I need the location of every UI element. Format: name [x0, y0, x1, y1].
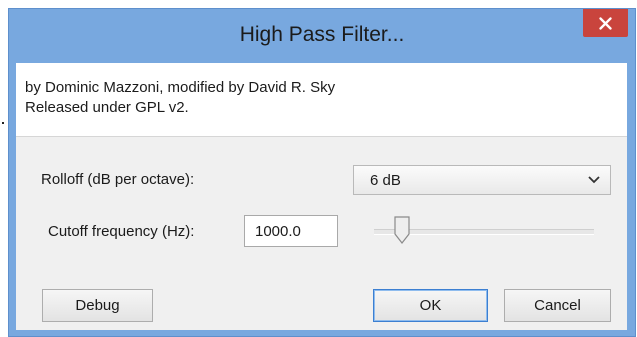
title-bar[interactable]: High Pass Filter... [9, 9, 635, 63]
dialog-content: by Dominic Mazzoni, modified by David R.… [16, 63, 627, 330]
stray-mark [2, 122, 4, 124]
info-panel: by Dominic Mazzoni, modified by David R.… [16, 63, 627, 137]
window-title: High Pass Filter... [239, 23, 405, 46]
close-icon [599, 17, 612, 30]
slider-thumb[interactable] [394, 216, 410, 245]
close-button[interactable] [583, 9, 628, 37]
author-text: by Dominic Mazzoni, modified by David R.… [25, 79, 336, 96]
cutoff-input-value: 1000.0 [255, 223, 301, 240]
license-text: Released under GPL v2. [25, 99, 189, 116]
chevron-down-icon [588, 176, 600, 184]
rolloff-selected-value: 6 dB [370, 172, 401, 189]
cancel-button[interactable]: Cancel [504, 289, 611, 322]
cutoff-label: Cutoff frequency (Hz): [48, 223, 195, 240]
cutoff-slider[interactable] [374, 215, 594, 247]
rolloff-label: Rolloff (dB per octave): [41, 171, 195, 188]
dialog-window: High Pass Filter... by Dominic Mazzoni, … [8, 8, 636, 337]
screen: High Pass Filter... by Dominic Mazzoni, … [0, 0, 637, 337]
cutoff-input[interactable]: 1000.0 [244, 215, 338, 247]
ok-button[interactable]: OK [373, 289, 488, 322]
rolloff-select[interactable]: 6 dB [353, 165, 611, 195]
debug-button[interactable]: Debug [42, 289, 153, 322]
